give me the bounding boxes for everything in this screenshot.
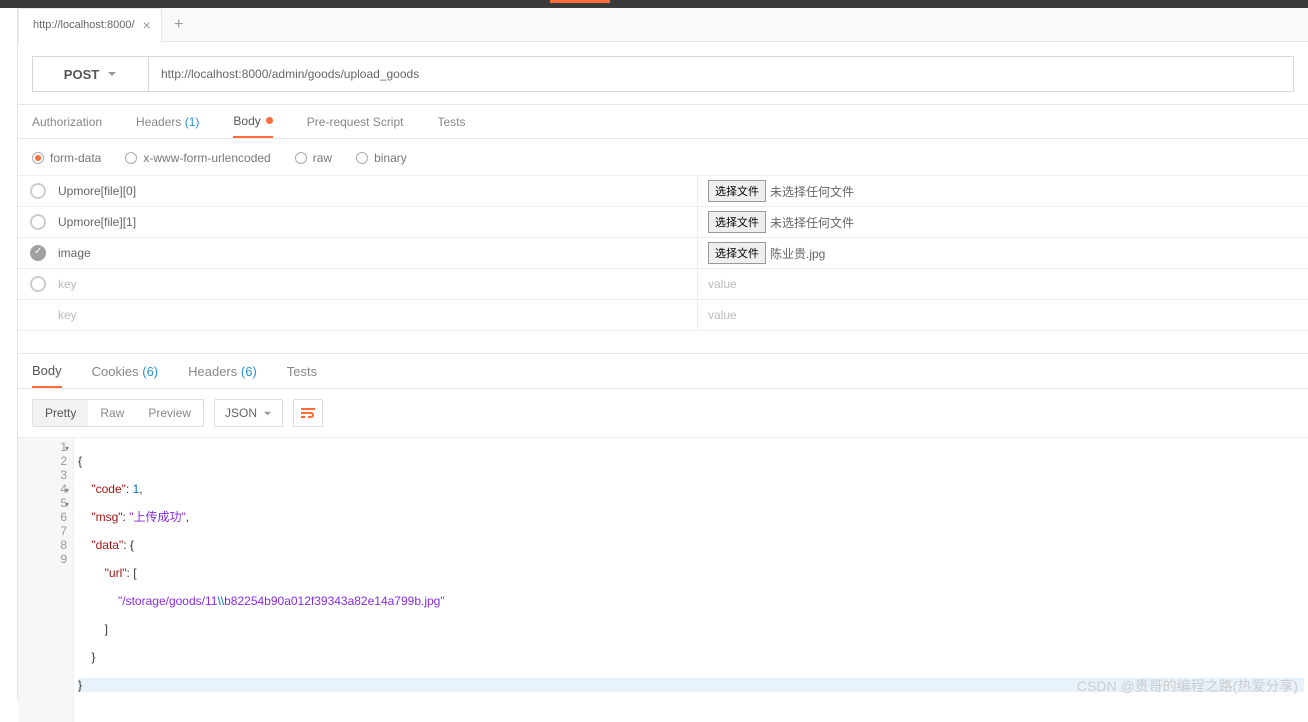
value-cell[interactable]: 选择文件 陈业贵.jpg: [698, 238, 1308, 268]
choose-file-button[interactable]: 选择文件: [708, 211, 766, 233]
method-dropdown[interactable]: POST: [32, 56, 148, 92]
watermark: CSDN @贵哥的编程之路(热爱分享): [1077, 676, 1298, 696]
chevron-down-icon: [107, 69, 117, 79]
radio-form-data[interactable]: form-data: [32, 151, 101, 165]
value-cell[interactable]: value: [698, 269, 1308, 299]
view-preview[interactable]: Preview: [136, 400, 203, 426]
resp-tab-body[interactable]: Body: [32, 354, 62, 388]
table-row: key value: [18, 300, 1308, 331]
row-checkbox[interactable]: [30, 214, 46, 230]
resp-tab-cookies[interactable]: Cookies (6): [92, 354, 158, 388]
tab-prerequest[interactable]: Pre-request Script: [307, 105, 404, 138]
new-tab-button[interactable]: +: [162, 8, 196, 42]
key-cell[interactable]: key: [58, 300, 698, 330]
key-cell[interactable]: Upmore[file][1]: [58, 207, 698, 237]
value-cell[interactable]: value: [698, 300, 1308, 330]
view-pretty[interactable]: Pretty: [33, 400, 88, 426]
key-cell[interactable]: key: [58, 269, 698, 299]
row-checkbox[interactable]: [30, 276, 46, 292]
choose-file-button[interactable]: 选择文件: [708, 242, 766, 264]
wrap-lines-button[interactable]: [293, 399, 323, 427]
row-checkbox[interactable]: [30, 183, 46, 199]
value-cell[interactable]: 选择文件 未选择任何文件: [698, 207, 1308, 237]
table-row: key value: [18, 269, 1308, 300]
form-data-table: Upmore[file][0] 选择文件 未选择任何文件 Upmore[file…: [18, 175, 1308, 331]
left-rail: [0, 8, 18, 700]
tab-body[interactable]: Body: [233, 105, 272, 138]
file-name: 未选择任何文件: [770, 214, 854, 231]
radio-binary[interactable]: binary: [356, 151, 407, 165]
url-row: POST: [18, 42, 1308, 105]
value-cell[interactable]: 选择文件 未选择任何文件: [698, 176, 1308, 206]
url-input[interactable]: [148, 56, 1294, 92]
tab-title: http://localhost:8000/: [33, 19, 135, 31]
format-dropdown[interactable]: JSON: [214, 399, 283, 427]
line-gutter: 1▾ 2 3 4▾ 5▾ 6 7 8 9: [18, 438, 74, 722]
response-tabs: Body Cookies (6) Headers (6) Tests: [18, 353, 1308, 389]
key-cell[interactable]: image: [58, 238, 698, 268]
view-mode-group: Pretty Raw Preview: [32, 399, 204, 427]
view-raw[interactable]: Raw: [88, 400, 136, 426]
tab-tests[interactable]: Tests: [437, 105, 465, 138]
radio-urlencoded[interactable]: x-www-form-urlencoded: [125, 151, 270, 165]
method-label: POST: [64, 67, 99, 82]
accent-indicator: [550, 0, 610, 3]
wrap-icon: [300, 406, 316, 420]
request-tab[interactable]: http://localhost:8000/ ×: [18, 8, 162, 42]
file-name: 未选择任何文件: [770, 183, 854, 200]
request-subtabs: Authorization Headers (1) Body Pre-reque…: [18, 105, 1308, 139]
table-row: image 选择文件 陈业贵.jpg: [18, 238, 1308, 269]
request-tabbar: http://localhost:8000/ × +: [18, 8, 1308, 42]
table-row: Upmore[file][0] 选择文件 未选择任何文件: [18, 176, 1308, 207]
tab-authorization[interactable]: Authorization: [32, 105, 102, 138]
resp-tab-tests[interactable]: Tests: [287, 354, 317, 388]
key-cell[interactable]: Upmore[file][0]: [58, 176, 698, 206]
tab-headers[interactable]: Headers (1): [136, 105, 199, 138]
close-icon[interactable]: ×: [143, 17, 151, 33]
resp-tab-headers[interactable]: Headers (6): [188, 354, 257, 388]
radio-raw[interactable]: raw: [295, 151, 332, 165]
response-view-options: Pretty Raw Preview JSON: [18, 389, 1308, 437]
choose-file-button[interactable]: 选择文件: [708, 180, 766, 202]
body-type-row: form-data x-www-form-urlencoded raw bina…: [18, 139, 1308, 175]
chevron-down-icon: [263, 409, 272, 418]
file-name: 陈业贵.jpg: [770, 245, 825, 262]
window-titlebar: [0, 0, 1308, 8]
row-checkbox[interactable]: [30, 245, 46, 261]
table-row: Upmore[file][1] 选择文件 未选择任何文件: [18, 207, 1308, 238]
unsaved-dot-icon: [266, 117, 273, 124]
